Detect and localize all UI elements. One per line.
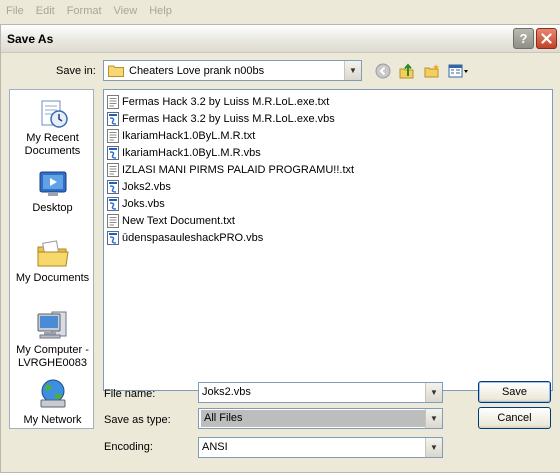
text-file-icon xyxy=(107,94,119,109)
save-in-value: Cheaters Love prank n00bs xyxy=(129,64,265,77)
encoding-label: Encoding: xyxy=(104,441,153,453)
file-item[interactable]: IkariamHack1.0ByL.M.R.txt xyxy=(107,127,255,144)
file-name: Fermas Hack 3.2 by Luiss M.R.LoL.exe.txt xyxy=(122,95,330,108)
views-menu-icon[interactable] xyxy=(448,62,470,80)
menu-format[interactable]: Format xyxy=(65,5,108,17)
file-name-label: File name: xyxy=(104,388,156,400)
file-item[interactable]: IkariamHack1.0ByL.M.R.vbs xyxy=(107,144,261,161)
recent-documents-icon xyxy=(41,100,68,128)
file-list[interactable]: Fermas Hack 3.2 by Luiss M.R.LoL.exe.txt… xyxy=(103,89,553,391)
script-file-icon xyxy=(107,145,119,160)
place-my-network[interactable]: My Network xyxy=(10,378,95,427)
place-label: My Network xyxy=(23,414,82,426)
place-label: My Recent Documents xyxy=(24,132,81,157)
place-label: My Documents xyxy=(15,272,90,284)
my-computer-icon xyxy=(37,311,66,339)
up-folder-icon[interactable] xyxy=(398,62,416,80)
chevron-down-icon[interactable]: ▼ xyxy=(425,409,442,428)
file-item[interactable]: Joks.vbs xyxy=(107,195,165,212)
menu-view[interactable]: View xyxy=(112,5,144,17)
save-in-dropdown[interactable]: Cheaters Love prank n00bs ▼ xyxy=(103,60,362,81)
menu-file[interactable]: File xyxy=(4,5,30,17)
save-as-dialog: Save As ? Save in: Cheaters Love prank n… xyxy=(0,24,560,473)
folder-icon xyxy=(108,65,124,77)
file-name: Joks2.vbs xyxy=(122,180,171,193)
script-file-icon xyxy=(107,111,119,126)
places-bar: My Recent Documents Desktop My Documents xyxy=(9,89,94,429)
text-file-icon xyxy=(107,162,119,177)
chevron-down-icon[interactable]: ▼ xyxy=(425,383,442,402)
cancel-button[interactable]: Cancel xyxy=(478,407,551,429)
place-my-recent-documents[interactable]: My Recent Documents xyxy=(10,98,95,158)
help-button[interactable]: ? xyxy=(513,28,534,49)
file-item[interactable]: New Text Document.txt xyxy=(107,212,235,229)
file-name: New Text Document.txt xyxy=(122,214,235,227)
file-item[interactable]: Joks2.vbs xyxy=(107,178,171,195)
file-name: IkariamHack1.0ByL.M.R.txt xyxy=(122,129,256,142)
file-name: Joks.vbs xyxy=(122,197,165,210)
save-in-label: Save in: xyxy=(56,65,96,77)
save-as-type-dropdown[interactable]: All Files ▼ xyxy=(198,408,443,429)
file-name: IkariamHack1.0ByL.M.R.vbs xyxy=(122,146,261,159)
close-button[interactable] xyxy=(536,28,557,49)
place-my-computer[interactable]: My Computer - LVRGHE0083 xyxy=(10,308,95,370)
file-item[interactable]: Fermas Hack 3.2 by Luiss M.R.LoL.exe.vbs xyxy=(107,110,335,127)
script-file-icon xyxy=(107,196,119,211)
dialog-title: Save As xyxy=(7,32,54,46)
text-file-icon xyxy=(107,213,119,228)
my-network-icon xyxy=(40,379,65,408)
back-icon[interactable] xyxy=(374,62,392,80)
file-name: ūdenspasauleshackPRO.vbs xyxy=(122,231,264,244)
chevron-down-icon[interactable]: ▼ xyxy=(344,61,361,80)
chevron-down-icon[interactable]: ▼ xyxy=(425,438,442,457)
place-label: Desktop xyxy=(32,202,73,214)
my-documents-icon xyxy=(37,240,69,267)
close-icon xyxy=(541,33,552,44)
place-label: My Computer - LVRGHE0083 xyxy=(16,344,89,369)
file-name-field[interactable]: Joks2.vbs ▼ xyxy=(198,382,443,403)
file-name: IZLASI MANI PIRMS PALAID PROGRAMU!!.txt xyxy=(122,163,355,176)
question-icon: ? xyxy=(519,31,528,46)
file-item[interactable]: Fermas Hack 3.2 by Luiss M.R.LoL.exe.txt xyxy=(107,93,329,110)
script-file-icon xyxy=(107,179,119,194)
new-folder-icon[interactable] xyxy=(423,62,441,80)
desktop-icon xyxy=(39,171,66,196)
text-file-icon xyxy=(107,128,119,143)
menu-help[interactable]: Help xyxy=(147,5,178,17)
file-item[interactable]: ūdenspasauleshackPRO.vbs xyxy=(107,229,263,246)
encoding-value: ANSI xyxy=(202,441,228,453)
menu-edit[interactable]: Edit xyxy=(34,5,61,17)
file-item[interactable]: IZLASI MANI PIRMS PALAID PROGRAMU!!.txt xyxy=(107,161,354,178)
save-as-type-value: All Files xyxy=(201,410,425,427)
place-desktop[interactable]: Desktop xyxy=(10,168,95,215)
file-name: Fermas Hack 3.2 by Luiss M.R.LoL.exe.vbs xyxy=(122,112,335,125)
place-my-documents[interactable]: My Documents xyxy=(10,238,95,285)
encoding-dropdown[interactable]: ANSI ▼ xyxy=(198,437,443,458)
save-as-type-label: Save as type: xyxy=(104,414,171,426)
dialog-titlebar[interactable]: Save As ? xyxy=(1,25,560,53)
script-file-icon xyxy=(107,230,119,245)
save-button[interactable]: Save xyxy=(478,381,551,403)
app-menubar: File Edit Format View Help xyxy=(0,0,560,22)
file-name-value[interactable]: Joks2.vbs xyxy=(199,384,425,401)
